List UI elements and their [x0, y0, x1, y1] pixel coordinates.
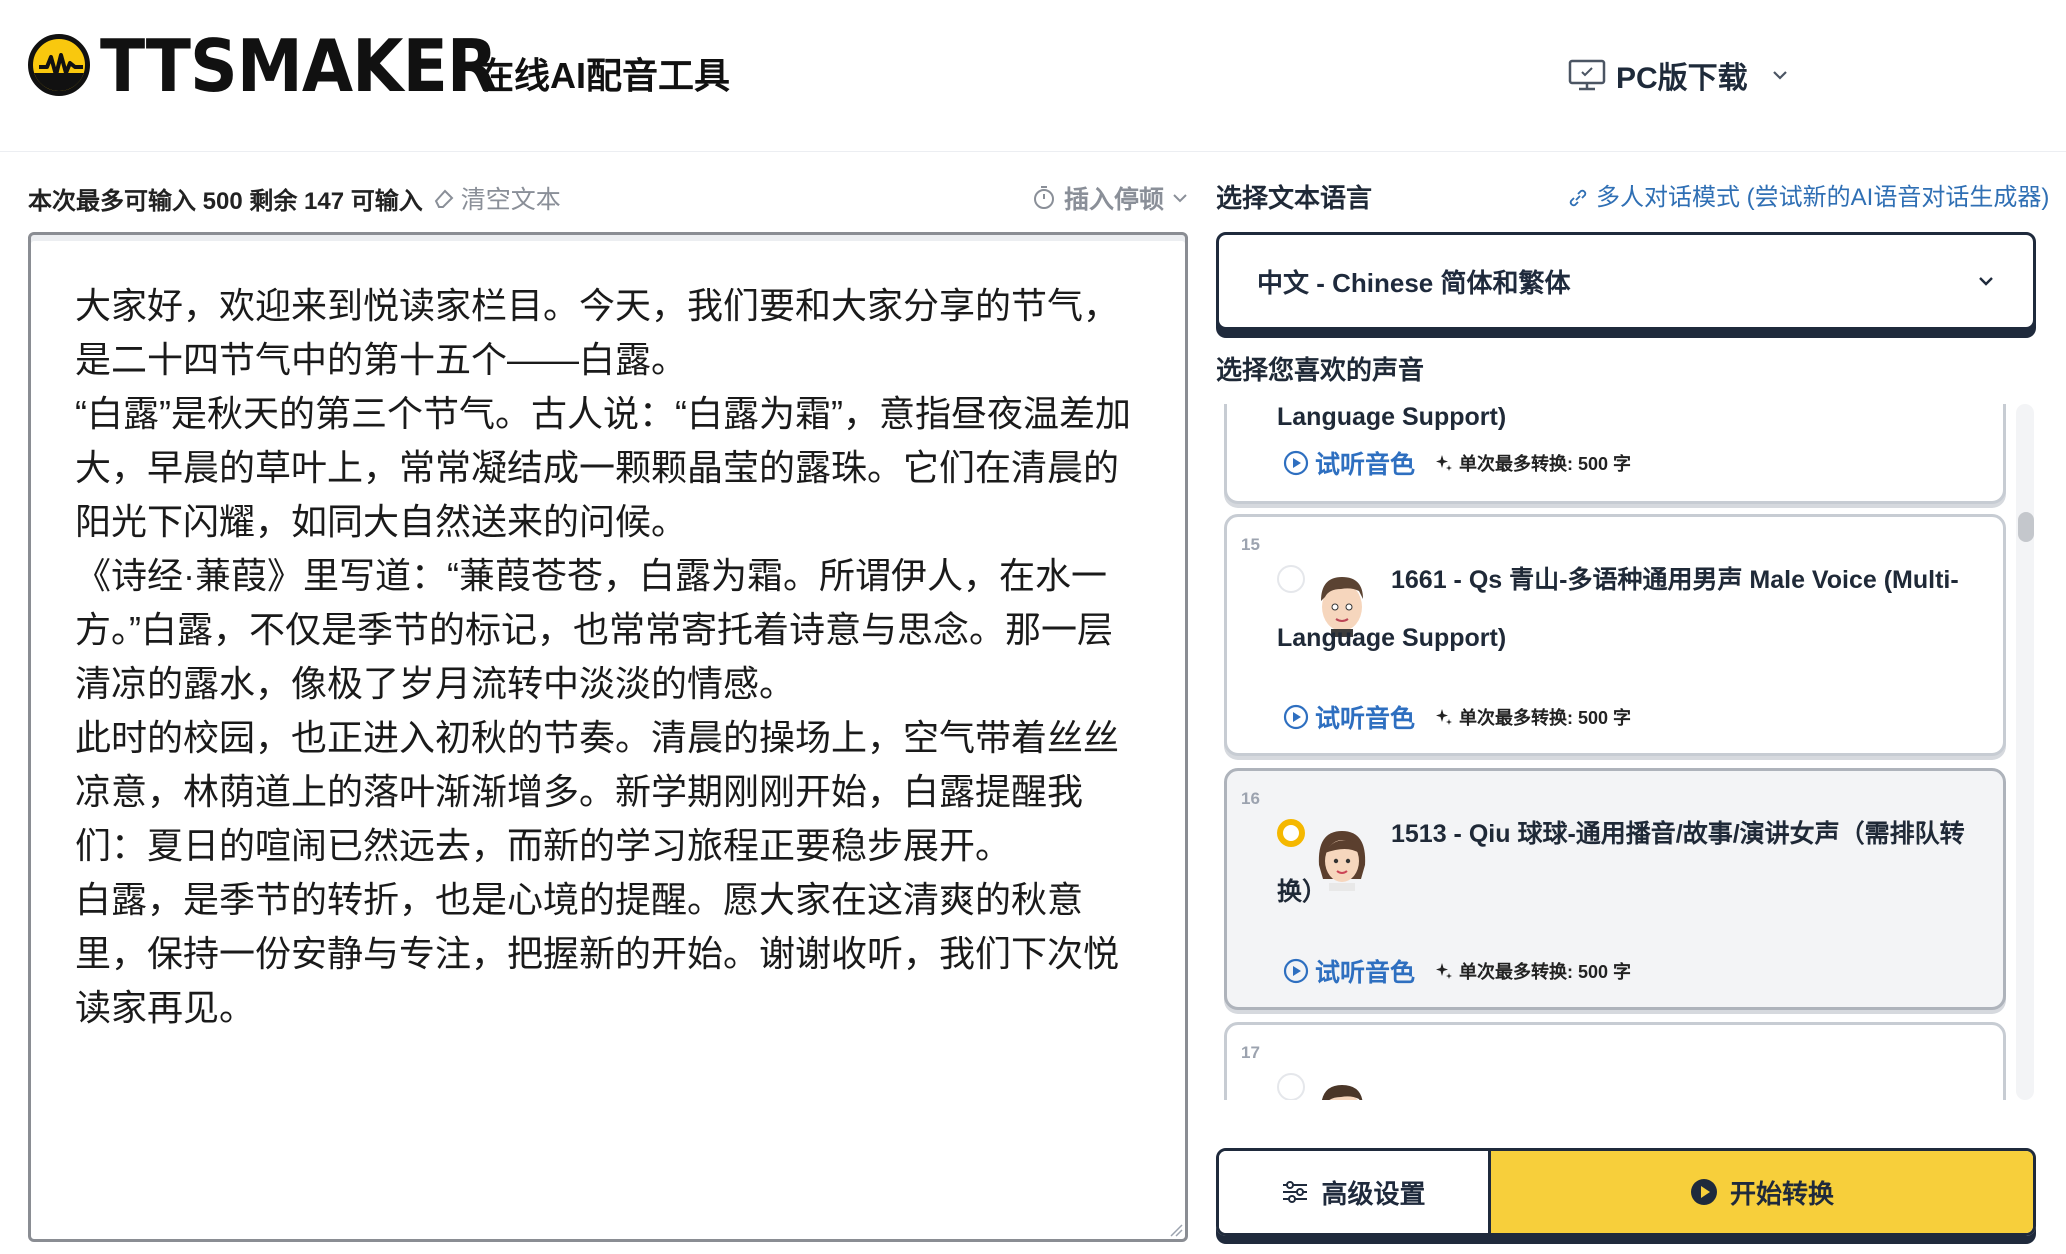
voice-list-scroll-thumb[interactable] — [2018, 512, 2034, 542]
text-input-box[interactable]: 大家好，欢迎来到悦读家栏目。今天，我们要和大家分享的节气， 是二十四节气中的第十… — [28, 232, 1188, 1242]
chevron-down-icon — [1173, 194, 1187, 203]
voice-card-selected[interactable]: 16 1513 - Qiu 球球-通用播音/故事/演讲女声（需排队转换） 试听音… — [1224, 768, 2006, 1010]
sparkle-icon — [1436, 455, 1453, 471]
voice-number: 17 — [1241, 1043, 1260, 1062]
clear-text-button[interactable]: 清空文本 — [433, 180, 561, 216]
input-limit-bar: 本次最多可输入 500 剩余 147 可输入 清空文本 插入停顿 — [28, 178, 1188, 218]
listen-button[interactable]: 试听音色 — [1283, 953, 1415, 989]
start-convert-label: 开始转换 — [1729, 1178, 1834, 1209]
voice-list[interactable]: Language Support) 试听音色 单次最多转换: 500 字 15 … — [1216, 404, 2038, 1100]
voice-name: 1661 - Qs 青山-多语种通用男声 Male Voice (Multi-L… — [1277, 566, 1959, 652]
multi-speaker-link-label: 多人对话模式 (尝试新的AI语音对话生成器) — [1596, 184, 2050, 211]
voice-list-scrollbar[interactable] — [2016, 404, 2034, 1100]
voice-actions: 试听音色 单次最多转换: 500 字 — [1283, 445, 1631, 481]
insert-pause-label: 插入停顿 — [1063, 186, 1164, 214]
listen-label: 试听音色 — [1315, 959, 1416, 987]
voice-name: 1513 - Qiu 球球-通用播音/故事/演讲女声（需排队转换） — [1277, 820, 1965, 906]
language-selected-value: 中文 - Chinese 简体和繁体 — [1257, 267, 1571, 298]
logo-text[interactable]: TTSMAKER — [100, 28, 498, 104]
input-limit-text: 本次最多可输入 500 剩余 147 可输入 — [28, 187, 423, 215]
play-circle-icon — [1283, 450, 1309, 476]
voice-limit: 单次最多转换: 500 字 — [1435, 958, 1631, 984]
voice-radio[interactable] — [1277, 1073, 1305, 1100]
eraser-icon — [434, 189, 454, 208]
voice-limit: 单次最多转换: 500 字 — [1435, 450, 1631, 476]
timer-icon — [1033, 186, 1054, 209]
voice-label: 选择您喜欢的声音 — [1216, 355, 1425, 385]
voice-name: Language Support) — [1277, 404, 1507, 431]
action-buttons: 高级设置 开始转换 — [1216, 1148, 2036, 1236]
advanced-settings-button[interactable]: 高级设置 — [1219, 1151, 1491, 1233]
sliders-icon — [1283, 1181, 1308, 1203]
pc-download-label: PC版下载 — [1616, 62, 1748, 95]
tagline: 在线AI配音工具 — [478, 55, 731, 96]
language-select[interactable]: 中文 - Chinese 简体和繁体 — [1216, 232, 2036, 330]
header: TTSMAKER 在线AI配音工具 PC版下载 — [0, 0, 2066, 152]
play-circle-icon — [1283, 958, 1309, 984]
text-input-content[interactable]: 大家好，欢迎来到悦读家栏目。今天，我们要和大家分享的节气， 是二十四节气中的第十… — [75, 279, 1165, 1035]
listen-button[interactable]: 试听音色 — [1283, 445, 1415, 481]
sparkle-icon — [1436, 963, 1453, 979]
voice-actions: 试听音色 单次最多转换: 500 字 — [1283, 953, 1631, 989]
voice-limit-label: 单次最多转换: 500 字 — [1459, 708, 1632, 728]
advanced-settings-label: 高级设置 — [1321, 1178, 1426, 1209]
voice-card[interactable]: 17 — [1224, 1022, 2006, 1100]
voice-actions: 试听音色 单次最多转换: 500 字 — [1283, 699, 1631, 735]
language-label: 选择文本语言 — [1216, 183, 1373, 213]
listen-label: 试听音色 — [1315, 705, 1416, 733]
start-convert-button[interactable]: 开始转换 — [1491, 1151, 2033, 1233]
multi-speaker-link[interactable]: 多人对话模式 (尝试新的AI语音对话生成器) — [1568, 178, 2049, 218]
play-circle-icon — [1690, 1179, 1717, 1205]
play-circle-icon — [1283, 704, 1309, 730]
pc-download-button[interactable]: PC版下载 — [1568, 50, 1788, 100]
voice-number: 15 — [1241, 535, 1260, 554]
listen-label: 试听音色 — [1315, 451, 1416, 479]
voice-limit: 单次最多转换: 500 字 — [1435, 704, 1631, 730]
chevron-down-icon — [1979, 277, 1993, 286]
insert-pause-button[interactable]: 插入停顿 — [1032, 178, 1188, 218]
resize-handle-icon[interactable] — [1167, 1221, 1183, 1237]
sparkle-icon — [1436, 709, 1453, 725]
voice-number: 16 — [1241, 789, 1260, 808]
voice-card[interactable]: 15 1661 - Qs 青山-多语种通用男声 Male Voice (Mult… — [1224, 514, 2006, 756]
link-icon — [1569, 189, 1587, 207]
monitor-icon — [1568, 59, 1606, 91]
male-avatar-icon — [1322, 1085, 1363, 1100]
logo-icon — [28, 34, 90, 96]
voice-limit-label: 单次最多转换: 500 字 — [1459, 454, 1632, 474]
chevron-down-icon — [1772, 71, 1787, 80]
voice-card[interactable]: Language Support) 试听音色 单次最多转换: 500 字 — [1224, 404, 2006, 504]
listen-button[interactable]: 试听音色 — [1283, 699, 1415, 735]
clear-text-label: 清空文本 — [460, 186, 561, 214]
voice-limit-label: 单次最多转换: 500 字 — [1459, 962, 1632, 982]
